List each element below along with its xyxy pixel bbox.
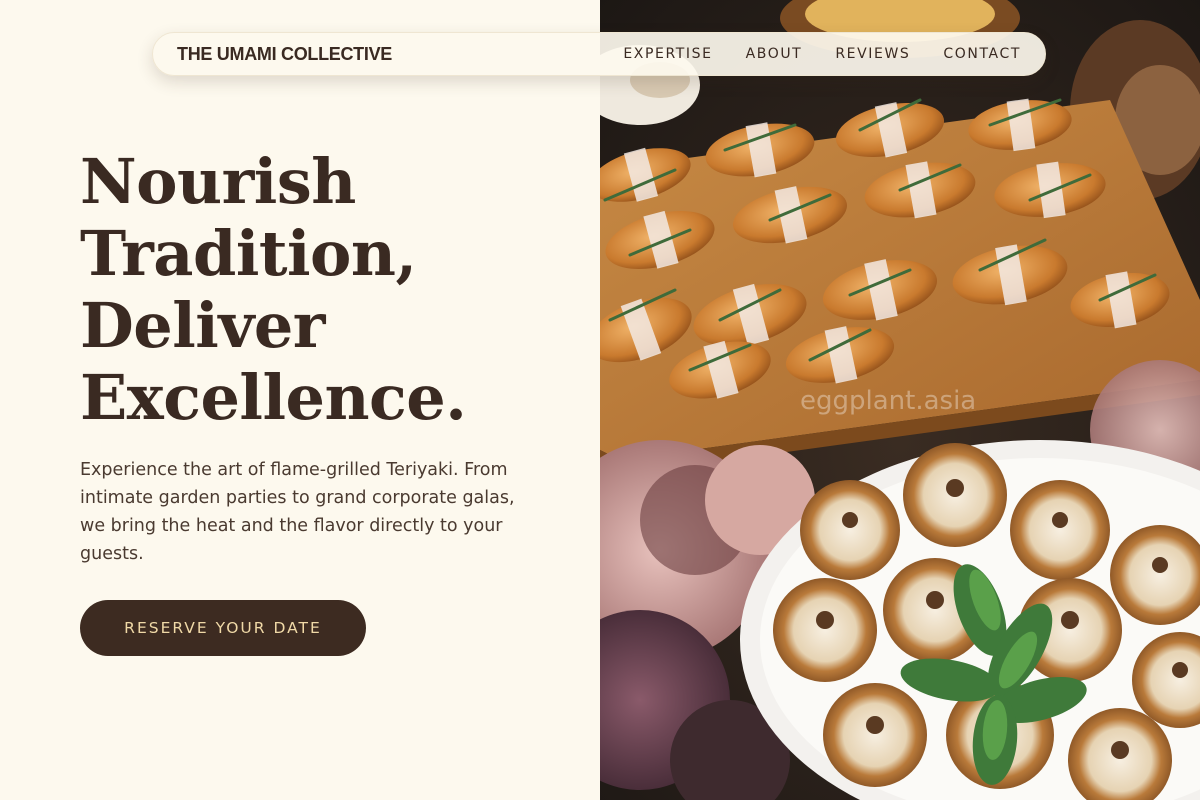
headline-line: Nourish <box>80 145 356 218</box>
nav-links: EXPERTISE ABOUT REVIEWS CONTACT <box>623 46 1021 62</box>
headline-line: Deliver <box>80 289 325 362</box>
hero-left-panel: Nourish Tradition, Deliver Excellence. E… <box>0 0 600 800</box>
nav-link-about[interactable]: ABOUT <box>746 46 803 62</box>
hero-description: Experience the art of flame-grilled Teri… <box>80 460 515 564</box>
brand-logo[interactable]: THE UMAMI COLLECTIVE <box>177 44 392 65</box>
watermark-text: eggplant.asia <box>800 386 977 416</box>
nav-link-contact[interactable]: CONTACT <box>943 46 1021 62</box>
headline-line: Excellence. <box>80 361 467 434</box>
hero-headline: Nourish Tradition, Deliver Excellence. <box>80 146 560 434</box>
top-navbar: THE UMAMI COLLECTIVE EXPERTISE ABOUT REV… <box>152 32 1046 76</box>
headline-line: Tradition, <box>80 217 417 290</box>
landing-page: Nourish Tradition, Deliver Excellence. E… <box>0 0 1200 800</box>
nav-link-reviews[interactable]: REVIEWS <box>835 46 910 62</box>
nav-link-expertise[interactable]: EXPERTISE <box>623 46 712 62</box>
reserve-date-button[interactable]: RESERVE YOUR DATE <box>80 600 366 656</box>
